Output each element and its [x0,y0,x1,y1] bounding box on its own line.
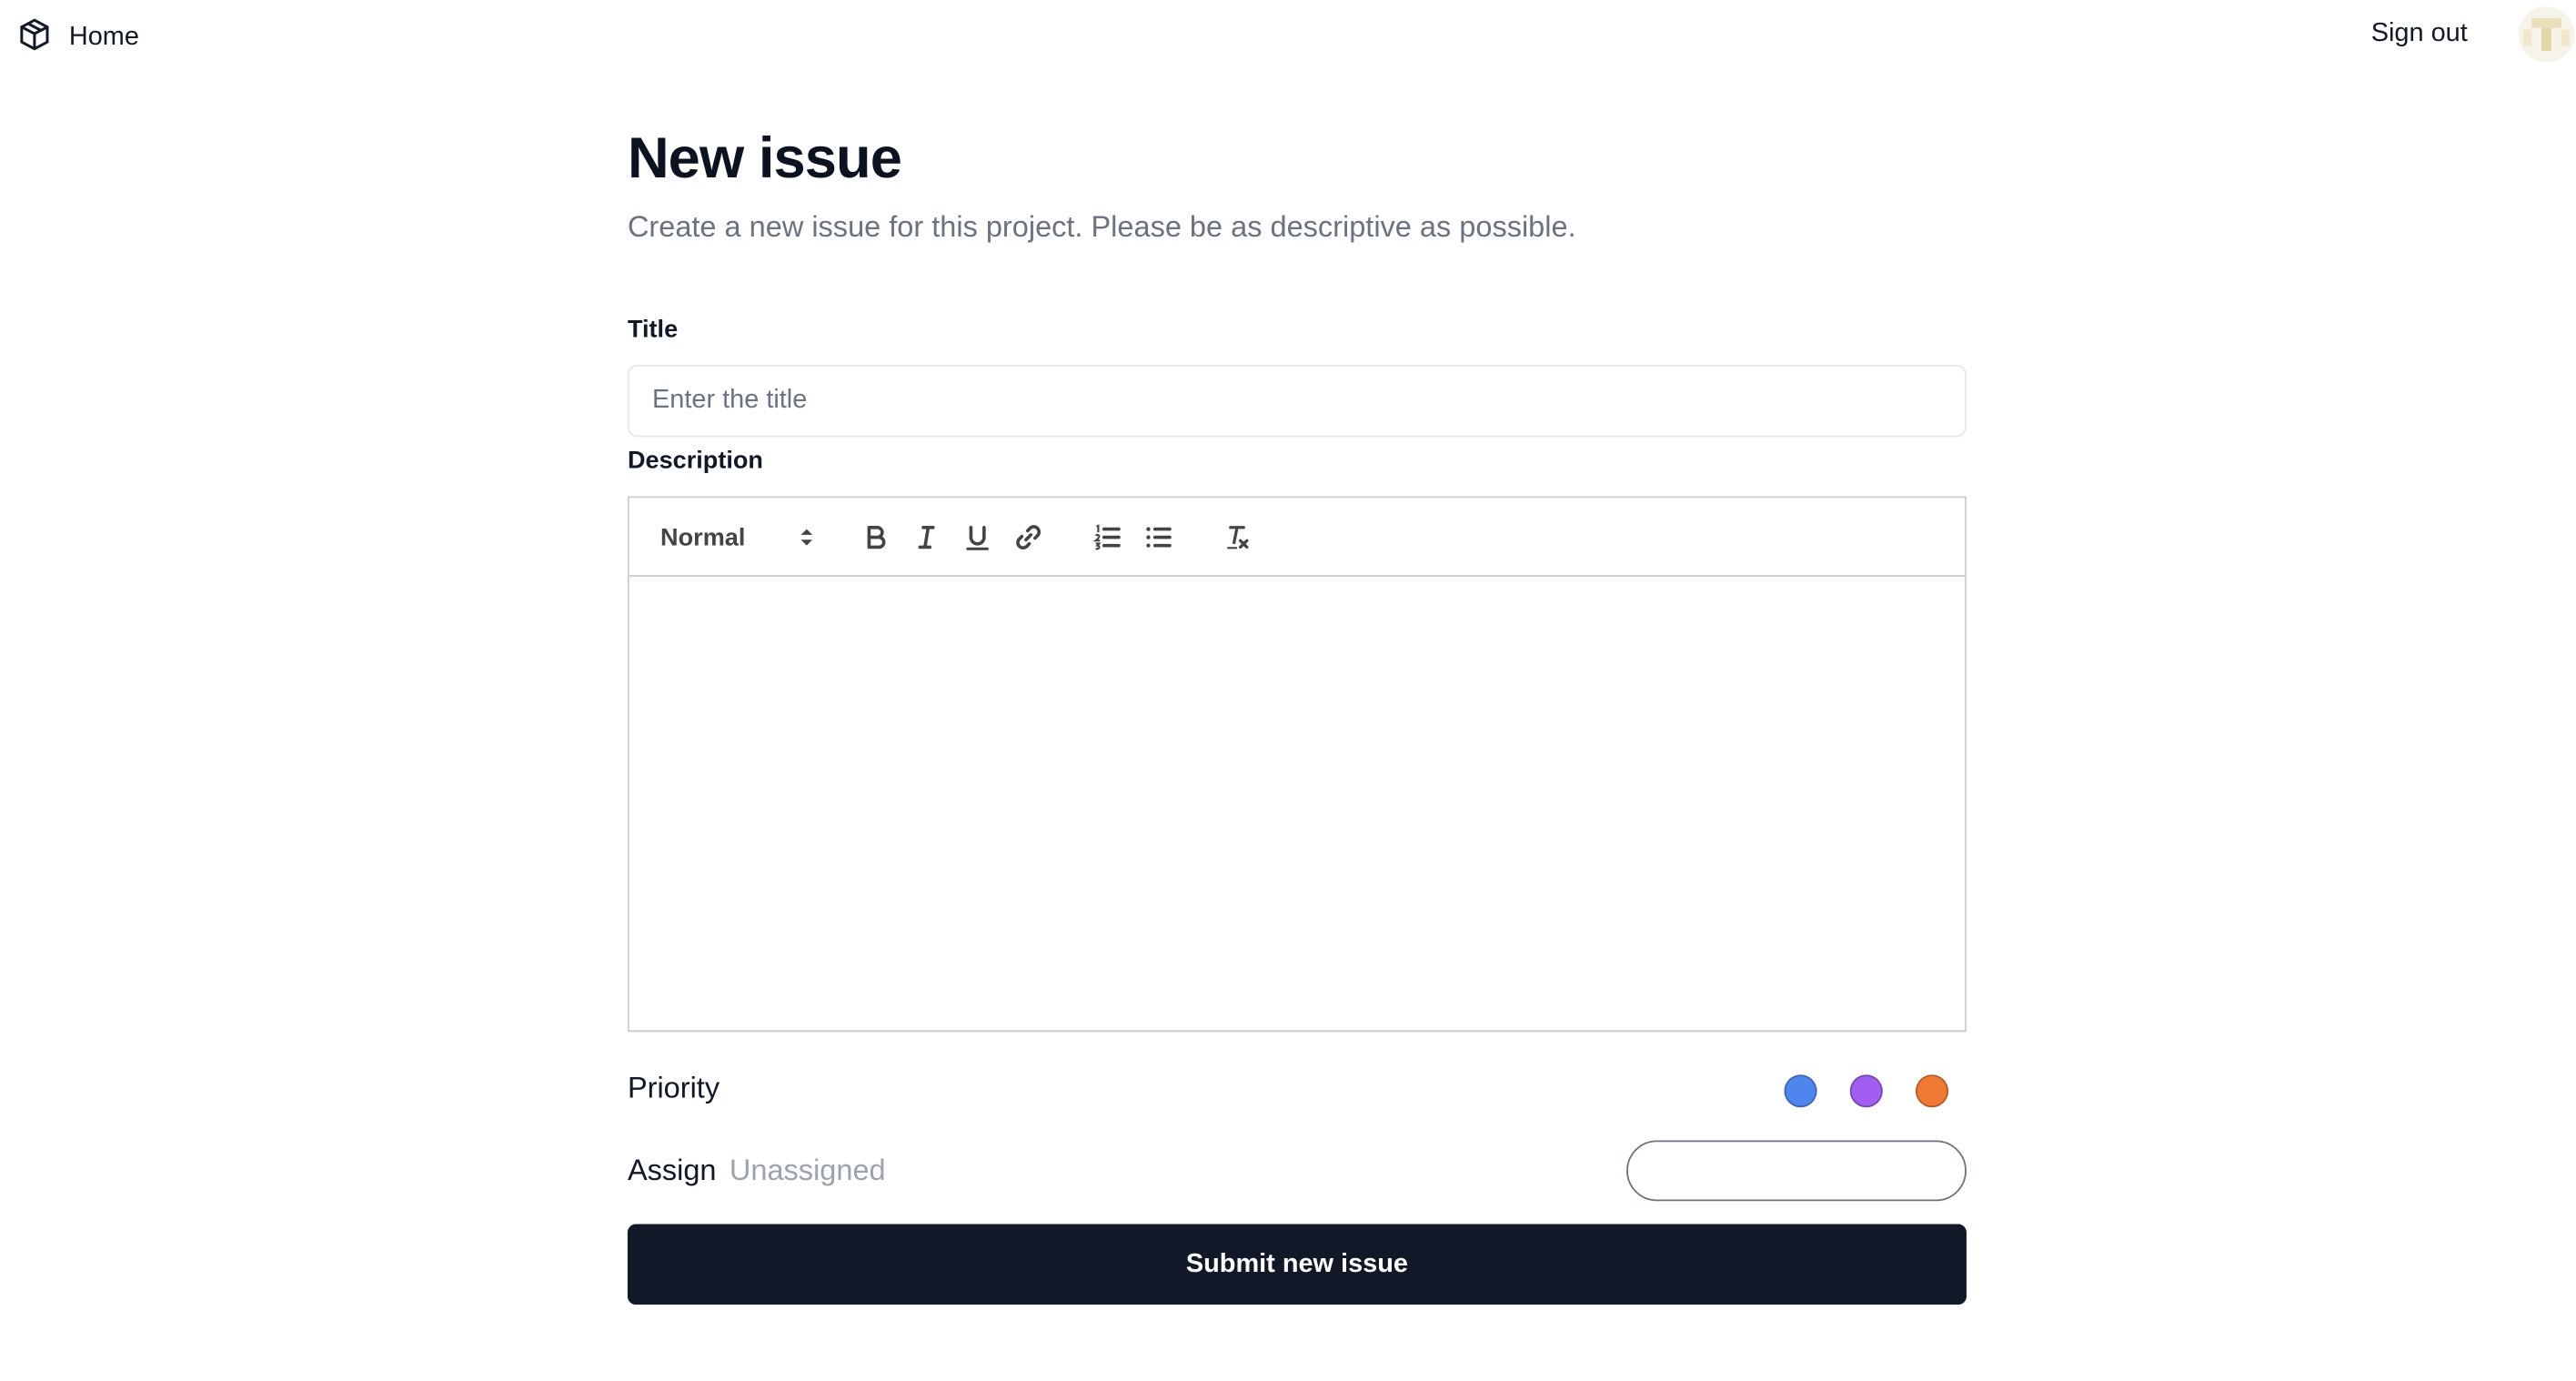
select-arrows-icon [800,529,813,546]
avatar[interactable] [2518,6,2575,63]
bold-icon [867,525,886,549]
priority-option-blue[interactable] [1784,1074,1817,1108]
submit-issue-button[interactable]: Submit new issue [627,1224,1967,1305]
home-link[interactable]: Home [16,16,139,59]
sign-out-link[interactable]: Sign out [2371,20,2468,50]
home-label: Home [68,23,139,51]
description-editor: Normal [627,496,1967,1033]
link-button[interactable] [1011,519,1047,556]
priority-label: Priority [627,1071,720,1104]
bullet-list-button[interactable] [1140,519,1176,556]
clear-format-button[interactable] [1219,519,1255,556]
title-label: Title [627,315,679,344]
avatar-image [2518,6,2575,63]
assign-value: Unassigned [729,1153,886,1187]
priority-option-purple[interactable] [1849,1074,1883,1108]
page-subtitle: Create a new issue for this project. Ple… [627,210,1576,244]
underline-icon [966,525,989,550]
underline-button[interactable] [960,519,996,556]
link-icon [1016,525,1041,549]
clear-format-icon [1227,526,1249,549]
description-editor-body[interactable] [629,577,1965,1030]
bullet-list-icon [1146,527,1172,548]
assign-label: Assign [627,1153,717,1187]
description-label: Description [627,447,763,475]
assign-row: Assign Unassigned [628,1140,1967,1203]
format-select[interactable]: Normal [660,519,815,556]
editor-toolbar: Normal [629,498,1966,577]
bold-button[interactable] [858,519,894,556]
priority-row: Priority [628,1072,1967,1114]
ordered-list-icon [1092,524,1121,550]
page-root: Home Sign out New issue Create a new iss… [0,0,2576,1380]
ordered-list-button[interactable] [1089,519,1125,556]
priority-option-orange[interactable] [1915,1074,1949,1108]
cube-icon [16,15,53,60]
format-select-value: Normal [660,523,746,551]
title-input[interactable] [627,364,1967,438]
assignee-search-input[interactable] [1626,1140,1967,1202]
italic-icon [918,525,935,549]
page-title: New issue [627,126,902,191]
italic-button[interactable] [909,519,945,556]
new-issue-form: New issue Create a new issue for this pr… [627,125,1967,1305]
